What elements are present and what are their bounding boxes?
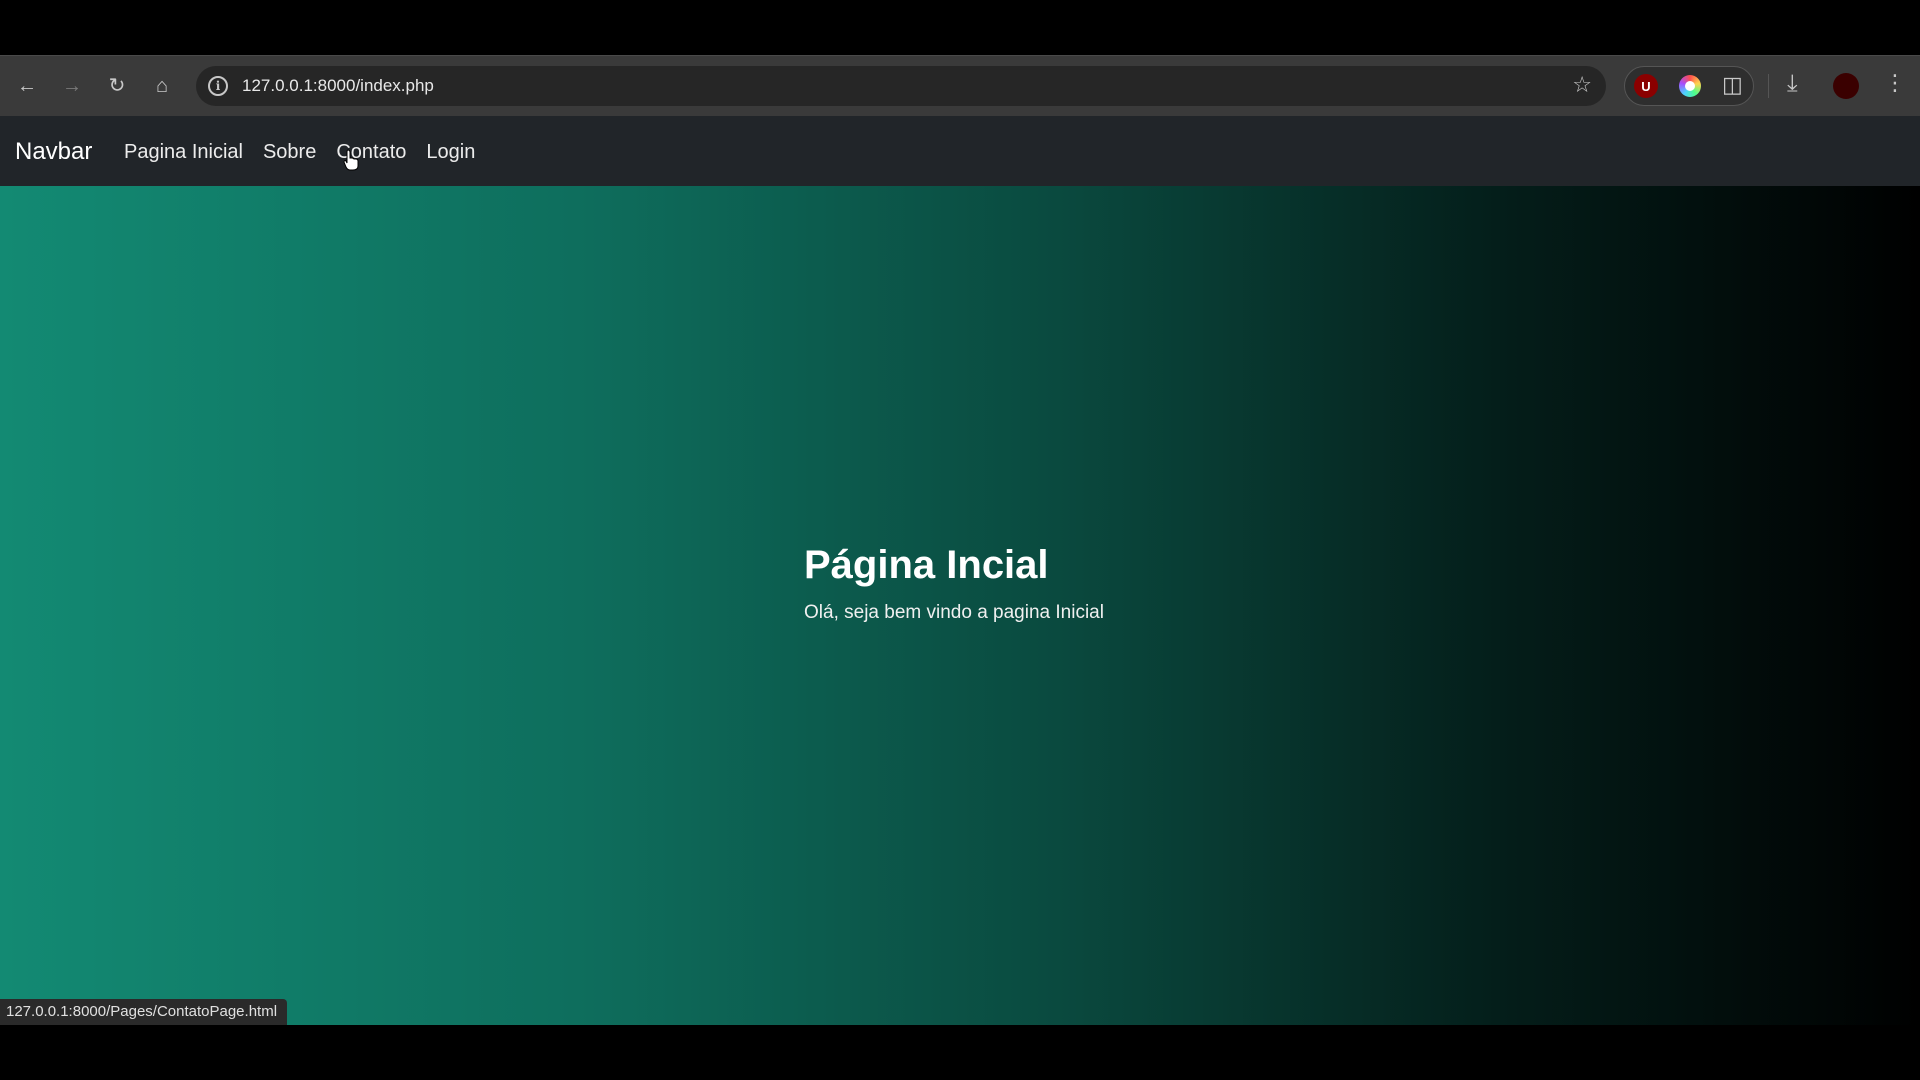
nav-links: Pagina Inicial Sobre Contato Login (124, 141, 475, 164)
nav-link-login[interactable]: Login (426, 141, 475, 164)
kebab-menu-icon[interactable]: ⋮ (1884, 70, 1906, 96)
ublock-letter: U (1641, 78, 1651, 94)
ublock-icon[interactable]: U (1634, 74, 1658, 98)
browser-window: ← → ↻ ⌂ i 127.0.0.1:8000/index.php ☆ U ◫… (0, 0, 1920, 1080)
nav-link-pagina-inicial[interactable]: Pagina Inicial (124, 141, 243, 164)
hand-cursor-icon (343, 149, 359, 171)
nav-link-sobre[interactable]: Sobre (263, 141, 316, 164)
download-icon[interactable]: ⤓ (1787, 70, 1798, 98)
color-picker-icon[interactable] (1679, 75, 1701, 97)
reload-icon[interactable]: ↻ (101, 70, 133, 102)
puzzle-icon[interactable]: ◫ (1722, 72, 1743, 98)
back-arrow-icon[interactable]: ← (11, 70, 43, 102)
page-title: Página Incial (804, 543, 1049, 587)
address-url[interactable]: 127.0.0.1:8000/index.php (242, 76, 434, 96)
home-icon[interactable]: ⌂ (146, 70, 178, 102)
page-content: Navbar Pagina Inicial Sobre Contato Logi… (0, 116, 1920, 1025)
navbar-brand[interactable]: Navbar (15, 138, 92, 166)
forward-arrow-icon[interactable]: → (56, 70, 88, 102)
site-navbar: Navbar Pagina Inicial Sobre Contato Logi… (0, 116, 1920, 186)
status-bar-url: 127.0.0.1:8000/Pages/ContatoPage.html (0, 999, 288, 1025)
page-subtitle: Olá, seja bem vindo a pagina Inicial (804, 602, 1104, 623)
star-icon[interactable]: ☆ (1572, 72, 1592, 98)
hero-section: Página Incial Olá, seja bem vindo a pagi… (804, 543, 1104, 624)
avatar[interactable] (1833, 73, 1859, 99)
address-bar[interactable]: i 127.0.0.1:8000/index.php ☆ (196, 66, 1606, 106)
toolbar-divider (1768, 74, 1769, 98)
site-info-icon[interactable]: i (208, 76, 228, 96)
